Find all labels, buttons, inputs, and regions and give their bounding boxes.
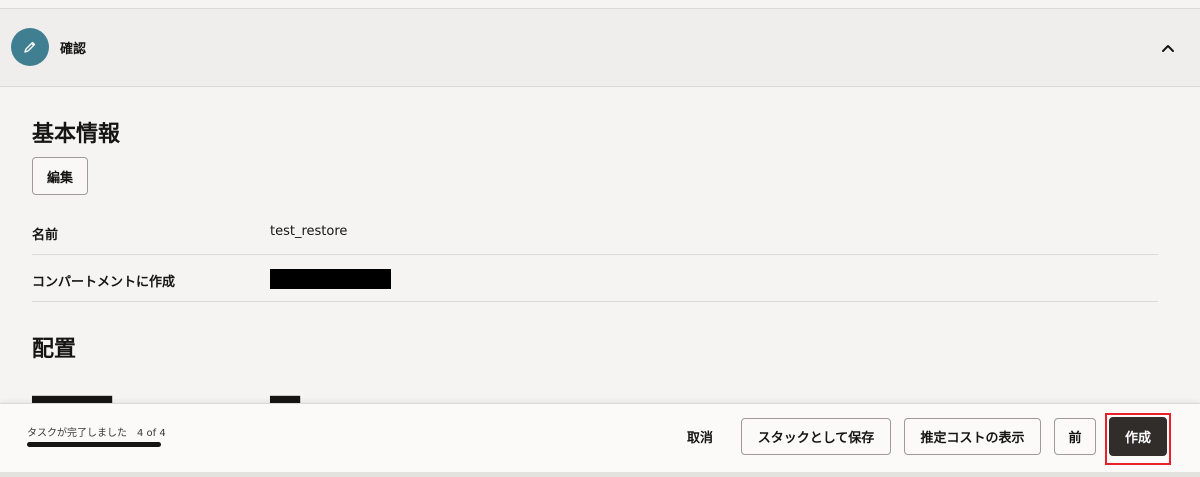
collapse-button[interactable] bbox=[1156, 36, 1180, 60]
save-as-stack-button[interactable]: スタックとして保存 bbox=[741, 418, 891, 455]
chevron-up-icon bbox=[1162, 45, 1174, 52]
progress-bar bbox=[27, 442, 161, 447]
compartment-value-redacted bbox=[270, 269, 391, 289]
pencil-icon bbox=[24, 41, 36, 53]
edit-button[interactable]: 編集 bbox=[32, 157, 88, 195]
clipped-row: ▀▀▀▀▀▀▀▀ ▀▀▀ bbox=[0, 393, 1200, 403]
progress-status: タスクが完了しました 4 of 4 bbox=[27, 424, 166, 439]
cancel-button[interactable]: 取消 bbox=[672, 418, 728, 455]
name-label: 名前 bbox=[32, 228, 59, 243]
progress-text: タスクが完了しました bbox=[27, 428, 127, 439]
bottom-edge bbox=[0, 472, 1200, 477]
footer-bar: タスクが完了しました 4 of 4 取消 スタックとして保存 推定コストの表示 前… bbox=[0, 403, 1200, 477]
estimate-cost-button[interactable]: 推定コストの表示 bbox=[904, 418, 1041, 455]
previous-button[interactable]: 前 bbox=[1054, 418, 1096, 455]
step-badge bbox=[11, 28, 49, 66]
progress-fill bbox=[27, 442, 161, 447]
divider bbox=[32, 301, 1158, 302]
progress-count: 4 of 4 bbox=[137, 428, 166, 439]
basic-info-heading: 基本情報 bbox=[32, 122, 121, 147]
highlight-box bbox=[1105, 413, 1171, 465]
step-title: 確認 bbox=[60, 42, 87, 57]
compartment-label: コンパートメントに作成 bbox=[32, 275, 176, 290]
placement-heading: 配置 bbox=[32, 337, 77, 362]
step-header[interactable]: 確認 bbox=[0, 9, 1200, 87]
top-strip bbox=[0, 0, 1200, 9]
name-value: test_restore bbox=[270, 224, 348, 239]
divider bbox=[32, 254, 1158, 255]
review-content: 基本情報 編集 名前 test_restore コンパートメントに作成 配置 ▀… bbox=[0, 88, 1200, 403]
